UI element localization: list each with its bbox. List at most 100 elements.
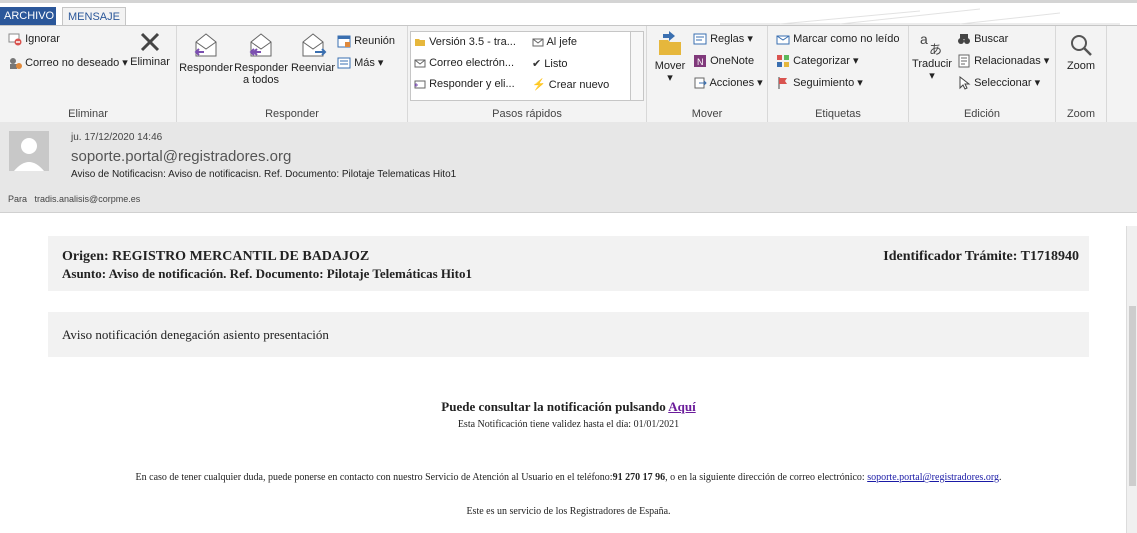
seguimiento-label: Seguimiento: [793, 77, 855, 89]
onenote-icon: N: [694, 55, 706, 67]
group-mover: Mover ▾ Reglas ▾ N OneNote Acciones ▾ Mov…: [647, 26, 768, 122]
message-sender[interactable]: soporte.portal@registradores.org: [71, 148, 291, 165]
tab-mensaje[interactable]: MENSAJE: [62, 7, 126, 27]
group-label-mover: Mover: [691, 108, 723, 120]
origen-text: Origen: REGISTRO MERCANTIL DE BADAJOZ: [62, 249, 370, 264]
reglas-label: Reglas: [710, 33, 745, 45]
traducir-button[interactable]: aあ Traducir ▾: [911, 30, 953, 82]
eliminar-button[interactable]: Eliminar: [128, 30, 172, 68]
mas-button[interactable]: Más ▾: [337, 56, 383, 70]
quick-steps-gallery: Versión 3.5 - tra... Al jefe Correo elec…: [410, 31, 644, 101]
body-scrollbar[interactable]: [1126, 226, 1137, 533]
person-icon: [14, 138, 44, 171]
aqui-link[interactable]: Aquí: [668, 399, 695, 414]
acciones-button[interactable]: Acciones ▾: [693, 76, 763, 90]
quick-step-version[interactable]: Versión 3.5 - tra...: [414, 36, 516, 48]
message-subject: Aviso de Notificacisn: Aviso de notifica…: [71, 169, 457, 180]
quick-step-responder-eliminar[interactable]: Responder y eli...: [414, 78, 515, 90]
actions-icon: [694, 77, 707, 89]
seguimiento-button[interactable]: Seguimiento ▾: [776, 76, 863, 90]
quick-step-version-label: Versión 3.5 - tra...: [429, 36, 516, 48]
asunto-text: Asunto: Aviso de notificación. Ref. Docu…: [62, 266, 472, 281]
forward-icon: [302, 33, 327, 57]
servicio-text: Este es un servicio de los Registradores…: [466, 506, 671, 517]
message-header: ju. 17/12/2020 14:46 soporte.portal@regi…: [0, 122, 1137, 212]
consult-line: Puede consultar la notificación pulsando…: [0, 399, 1137, 415]
responder-label: Responder: [179, 62, 233, 74]
folder-icon: [415, 39, 425, 47]
traducir-label: Traducir: [912, 58, 952, 70]
flag-icon: [778, 77, 787, 90]
tab-archivo[interactable]: ARCHIVO: [0, 7, 56, 25]
mas-label: Más: [354, 57, 375, 69]
zoom-button[interactable]: Zoom: [1058, 32, 1104, 72]
quick-step-correo[interactable]: Correo electrón...: [414, 57, 514, 69]
svg-text:あ: あ: [929, 43, 942, 56]
reply-all-icon: [249, 33, 272, 57]
categorizar-label: Categorizar: [793, 55, 850, 67]
chevron-down-icon: ▾: [744, 33, 753, 45]
group-eliminar: Ignorar Correo no deseado ▾ Eliminar Eli…: [0, 26, 177, 122]
contact-end-text: .: [998, 472, 1002, 483]
acciones-label: Acciones: [709, 77, 755, 89]
group-label-pasos-rapidos: Pasos rápidos: [492, 108, 562, 120]
translate-icon: aあ: [920, 31, 942, 56]
reenviar-label: Reenviar: [290, 62, 336, 74]
meeting-icon: [337, 35, 351, 48]
relacionadas-button[interactable]: Relacionadas ▾: [957, 54, 1049, 68]
reunion-button[interactable]: Reunión: [337, 34, 395, 48]
group-etiquetas: Marcar como no leído Categorizar ▾ Segui…: [768, 26, 909, 122]
support-email-link[interactable]: soporte.portal@registradores.org: [867, 472, 999, 483]
mover-button[interactable]: Mover ▾: [651, 30, 689, 84]
group-label-responder: Responder: [265, 108, 319, 120]
email-icon: [414, 59, 426, 68]
svg-text:N: N: [697, 57, 704, 67]
responder-todos-label-2: a todos: [242, 74, 280, 86]
reply-icon: [194, 33, 217, 57]
quick-step-responder-eliminar-label: Responder y eli...: [429, 78, 515, 90]
scrollbar-thumb[interactable]: [1129, 306, 1136, 486]
quick-step-al-jefe[interactable]: Al jefe: [532, 36, 577, 48]
quick-step-al-jefe-label: Al jefe: [546, 36, 578, 48]
marcar-no-leido-button[interactable]: Marcar como no leído: [776, 32, 899, 46]
move-icon: [659, 31, 681, 55]
chevron-down-icon: ▾: [667, 72, 673, 84]
buscar-button[interactable]: Buscar: [957, 32, 1008, 46]
aviso-text: Aviso notificación denegación asiento pr…: [62, 327, 329, 342]
correo-no-deseado-button[interactable]: Correo no deseado ▾: [8, 56, 128, 70]
unread-icon: [776, 35, 790, 45]
reenviar-button[interactable]: Reenviar: [289, 30, 337, 74]
phone-number: 91 270 17 96: [612, 472, 666, 483]
chevron-down-icon: ▾: [1040, 55, 1050, 67]
onenote-button[interactable]: N OneNote: [693, 54, 754, 68]
ribbon: Ignorar Correo no deseado ▾ Eliminar Eli…: [0, 25, 1137, 124]
seleccionar-label: Seleccionar: [974, 77, 1032, 89]
categorizar-button[interactable]: Categorizar ▾: [776, 54, 859, 68]
responder-todos-button[interactable]: Responder a todos: [233, 30, 289, 86]
group-label-eliminar: Eliminar: [68, 108, 108, 120]
chevron-down-icon: ▾: [854, 77, 863, 89]
to-label: Para: [8, 194, 28, 204]
notice-card: Aviso notificación denegación asiento pr…: [48, 312, 1089, 357]
quick-step-listo[interactable]: ✔ Listo: [532, 57, 568, 70]
quick-steps-scrollbar[interactable]: [630, 32, 643, 100]
quick-step-listo-label: Listo: [544, 58, 568, 70]
quick-step-crear-nuevo-label: Crear nuevo: [548, 79, 610, 91]
message-body: Origen: REGISTRO MERCANTIL DE BADAJOZ As…: [0, 212, 1137, 533]
group-label-zoom: Zoom: [1066, 108, 1096, 120]
reglas-button[interactable]: Reglas ▾: [693, 32, 753, 46]
contact-mid-text: , o en la siguiente dirección de correo …: [665, 472, 868, 483]
reply-delete-icon: [414, 80, 426, 89]
seleccionar-button[interactable]: Seleccionar ▾: [957, 76, 1040, 90]
forward-mail-icon: [532, 38, 544, 47]
group-label-etiquetas: Etiquetas: [815, 108, 861, 120]
quick-step-crear-nuevo[interactable]: ⚡ Crear nuevo: [532, 78, 609, 91]
origin-card: Origen: REGISTRO MERCANTIL DE BADAJOZ As…: [48, 236, 1089, 291]
ignorar-button[interactable]: Ignorar: [8, 32, 60, 46]
chevron-down-icon: ▾: [374, 57, 384, 69]
to-address[interactable]: tradis.analisis@corpme.es: [35, 194, 141, 204]
responder-button[interactable]: Responder: [179, 30, 233, 74]
correo-no-deseado-label: Correo no deseado: [25, 57, 120, 69]
group-zoom: Zoom Zoom: [1056, 26, 1107, 122]
chevron-down-icon: ▾: [849, 55, 859, 67]
